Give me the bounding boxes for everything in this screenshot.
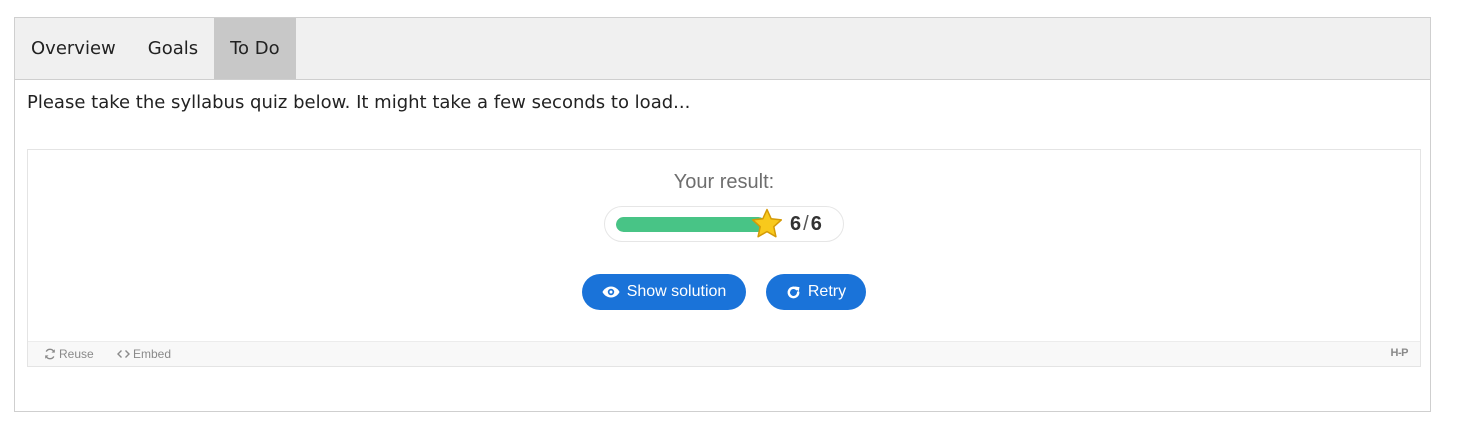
score-value: 6: [790, 213, 802, 235]
refresh-icon: [45, 348, 55, 360]
quiz-embed: Your result: 6/6 Show solution Retry Reu…: [27, 149, 1421, 367]
intro-text: Please take the syllabus quiz below. It …: [27, 92, 691, 113]
h5p-logo[interactable]: H-P: [1391, 347, 1409, 359]
score-indicator: 6/6: [604, 206, 844, 242]
show-solution-button[interactable]: Show solution: [582, 274, 746, 310]
star-icon: [751, 208, 783, 238]
eye-icon: [602, 286, 620, 298]
score-progress-bar: [616, 217, 766, 232]
score-progress-fill: [616, 217, 766, 232]
code-icon: [117, 350, 130, 358]
tab-goals[interactable]: Goals: [132, 18, 214, 79]
result-label: Your result:: [673, 171, 775, 193]
embed-label: Embed: [133, 347, 172, 361]
content-panel: Overview Goals To Do Please take the syl…: [14, 17, 1431, 412]
tab-bar: Overview Goals To Do: [15, 18, 1430, 80]
embed-link[interactable]: Embed: [117, 347, 171, 361]
retry-label: Retry: [807, 283, 847, 300]
score-text: 6/6: [790, 213, 822, 236]
tab-overview[interactable]: Overview: [15, 18, 132, 79]
retry-icon: [787, 286, 800, 298]
max-score-value: 6: [810, 213, 822, 235]
show-solution-label: Show solution: [626, 283, 727, 300]
tab-to-do[interactable]: To Do: [214, 18, 296, 79]
score-separator: /: [803, 213, 809, 235]
reuse-link[interactable]: Reuse: [44, 347, 94, 361]
reuse-label: Reuse: [59, 347, 94, 361]
h5p-footer: Reuse Embed H-P: [28, 341, 1420, 366]
retry-button[interactable]: Retry: [766, 274, 866, 310]
